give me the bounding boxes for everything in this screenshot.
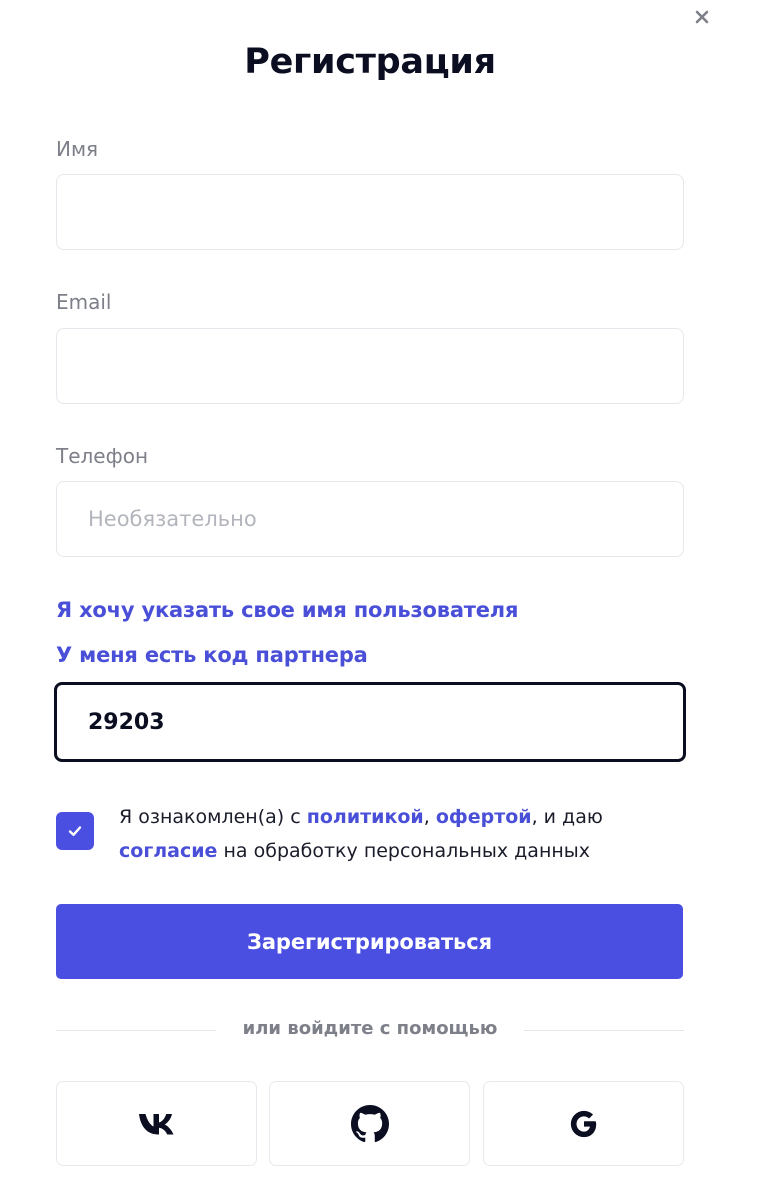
close-icon xyxy=(695,10,709,24)
close-button[interactable] xyxy=(691,6,713,28)
register-button[interactable]: Зарегистрироваться xyxy=(56,904,683,979)
email-field[interactable] xyxy=(56,328,684,404)
consent-text-part: , xyxy=(423,806,436,828)
page-title: Регистрация xyxy=(244,42,496,82)
vk-login-button[interactable] xyxy=(56,1081,257,1166)
github-icon xyxy=(350,1104,389,1142)
github-login-button[interactable] xyxy=(269,1081,470,1166)
consent-text-part: , и даю xyxy=(531,806,603,828)
google-icon xyxy=(570,1110,596,1137)
divider-line-right xyxy=(524,1030,684,1031)
consent-text: Я ознакомлен(а) с политикой, офертой, и … xyxy=(119,800,719,868)
consent-text-part: Я ознакомлен(а) с xyxy=(119,806,307,828)
consent-checkbox[interactable] xyxy=(56,812,94,850)
partner-code-field[interactable] xyxy=(54,682,686,762)
name-field[interactable] xyxy=(56,174,684,250)
vk-icon xyxy=(138,1113,173,1134)
phone-label: Телефон xyxy=(56,444,149,468)
offer-link[interactable]: офертой xyxy=(436,806,532,828)
custom-username-link[interactable]: Я хочу указать свое имя пользователя xyxy=(56,598,518,622)
partner-code-link[interactable]: У меня есть код партнера xyxy=(56,643,368,667)
google-login-button[interactable] xyxy=(483,1081,684,1166)
divider-text: или войдите с помощью xyxy=(242,1018,498,1039)
checkmark-icon xyxy=(68,826,82,836)
name-label: Имя xyxy=(56,137,99,161)
consent-text-part: на обработку персональных данных xyxy=(217,840,591,862)
phone-field[interactable] xyxy=(56,481,684,557)
agreement-link[interactable]: согласие xyxy=(119,840,217,862)
policy-link[interactable]: политикой xyxy=(307,806,424,828)
email-label: Email xyxy=(56,290,112,314)
